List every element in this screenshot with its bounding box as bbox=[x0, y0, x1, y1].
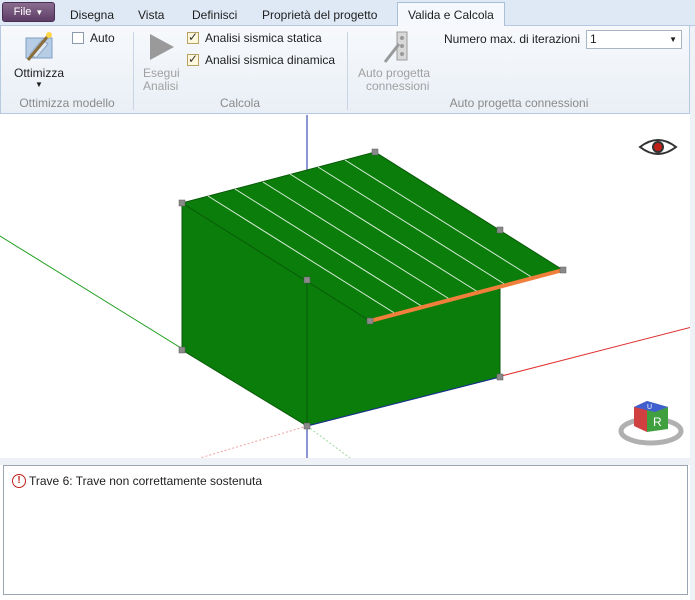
auto-design-label-2[interactable]: connessioni bbox=[366, 79, 429, 93]
group-label-ottimizza: Ottimizza modello bbox=[19, 96, 115, 110]
optimize-dropdown-icon[interactable]: ▼ bbox=[35, 80, 43, 89]
node-marker[interactable] bbox=[371, 148, 379, 156]
optimize-wand-icon[interactable] bbox=[22, 30, 56, 64]
messages-panel: ! Trave 6: Trave non correttamente soste… bbox=[3, 465, 688, 595]
view-cube-icon[interactable]: R U bbox=[618, 401, 684, 446]
visibility-eye-icon[interactable] bbox=[638, 139, 678, 155]
run-analysis-label-1[interactable]: Esegui bbox=[143, 66, 180, 80]
view-cube-r-label: R bbox=[653, 415, 662, 429]
message-text: Trave 6: Trave non correttamente sostenu… bbox=[29, 474, 263, 488]
tab-valida-calcola[interactable]: Valida e Calcola bbox=[397, 2, 505, 27]
dynamic-seismic-checkbox[interactable] bbox=[187, 52, 199, 66]
tab-proprieta-progetto[interactable]: Proprietà del progetto bbox=[262, 5, 377, 25]
chevron-down-icon: ▼ bbox=[669, 35, 677, 44]
tab-disegna[interactable]: Disegna bbox=[70, 5, 114, 25]
max-iterations-value: 1 bbox=[590, 32, 597, 46]
3d-viewport[interactable]: R U bbox=[0, 115, 692, 458]
chevron-down-icon: ▼ bbox=[35, 7, 44, 17]
max-iterations-select[interactable]: 1 ▼ bbox=[586, 30, 682, 49]
node-marker[interactable] bbox=[496, 373, 504, 381]
node-marker[interactable] bbox=[496, 226, 504, 234]
ribbon-tab-bar: File ▼ Disegna Vista Definisci Proprietà … bbox=[0, 0, 695, 27]
static-seismic-checkbox[interactable] bbox=[187, 30, 199, 44]
window-edge bbox=[690, 26, 695, 600]
message-row[interactable]: ! Trave 6: Trave non correttamente soste… bbox=[12, 474, 262, 488]
file-menu-button[interactable]: File ▼ bbox=[2, 2, 55, 22]
auto-checkbox[interactable] bbox=[72, 32, 84, 44]
static-seismic-label: Analisi sismica statica bbox=[205, 31, 322, 45]
splitter[interactable] bbox=[0, 458, 695, 465]
node-marker[interactable] bbox=[366, 317, 374, 325]
x-axis-negative-line bbox=[199, 425, 308, 458]
optimize-button-label[interactable]: Ottimizza bbox=[14, 66, 64, 80]
ribbon-panel: Ottimizza ▼ Auto Ottimizza modello Esegu… bbox=[0, 26, 690, 114]
node-marker[interactable] bbox=[303, 422, 311, 430]
node-marker[interactable] bbox=[559, 266, 567, 274]
max-iterations-label: Numero max. di iterazioni bbox=[444, 32, 581, 46]
auto-design-connections-icon[interactable] bbox=[383, 30, 413, 64]
tab-definisci[interactable]: Definisci bbox=[192, 5, 237, 25]
y-axis-negative-line bbox=[306, 425, 351, 458]
file-label: File bbox=[13, 6, 32, 18]
group-label-calcola: Calcola bbox=[219, 96, 261, 110]
group-label-connessioni: Auto progetta connessioni bbox=[449, 96, 589, 110]
node-marker[interactable] bbox=[178, 346, 186, 354]
warning-icon: ! bbox=[12, 474, 26, 488]
auto-design-label-1[interactable]: Auto progetta bbox=[358, 66, 430, 80]
node-marker[interactable] bbox=[178, 199, 186, 207]
run-analysis-label-2[interactable]: Analisi bbox=[143, 79, 178, 93]
play-icon[interactable] bbox=[147, 32, 177, 62]
dynamic-seismic-label: Analisi sismica dinamica bbox=[205, 53, 336, 67]
auto-label: Auto bbox=[90, 31, 115, 45]
tab-vista[interactable]: Vista bbox=[138, 5, 164, 25]
node-marker[interactable] bbox=[303, 276, 311, 284]
view-cube-u-label: U bbox=[647, 404, 652, 411]
